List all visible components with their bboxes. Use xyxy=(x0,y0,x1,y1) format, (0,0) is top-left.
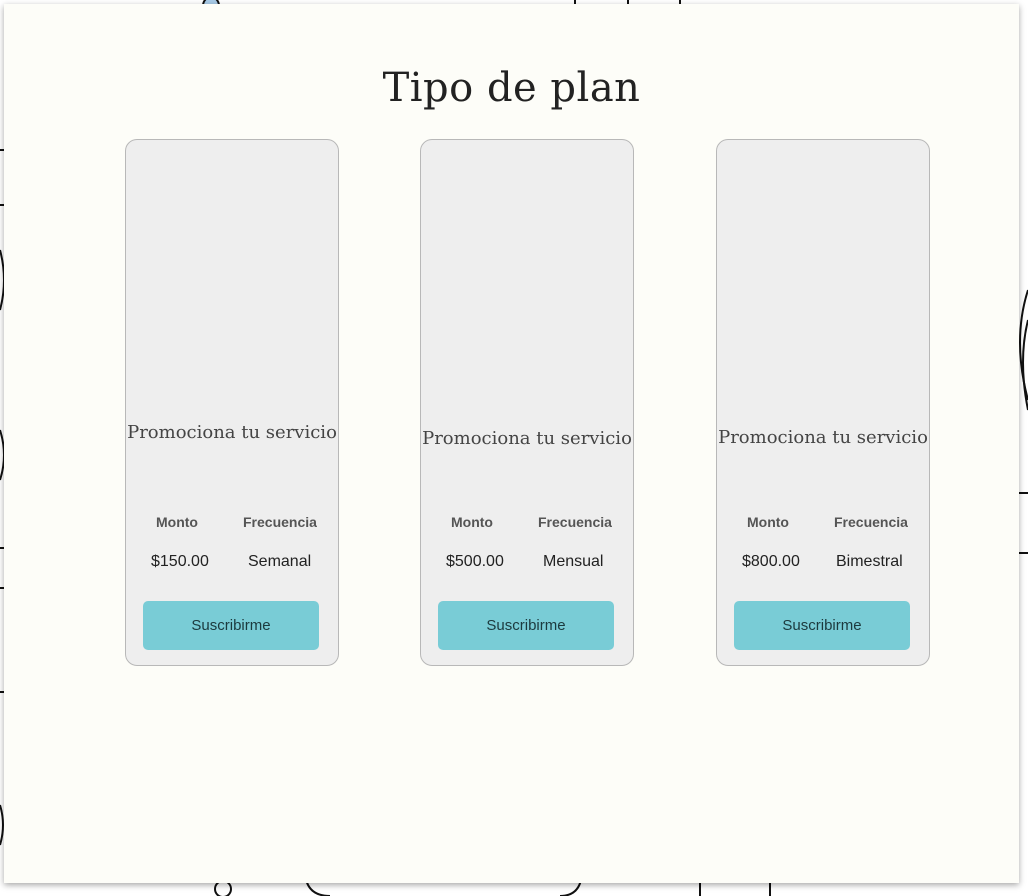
amount-label: Monto xyxy=(747,514,789,530)
plan-card: Promociona tu servicio Monto Frecuencia … xyxy=(420,139,634,666)
plan-frequency: Mensual xyxy=(543,553,604,570)
plan-frequency: Bimestral xyxy=(836,553,903,570)
plan-amount: $500.00 xyxy=(446,553,504,570)
plan-title: Promociona tu servicio xyxy=(127,422,337,443)
frequency-label: Frecuencia xyxy=(243,514,317,530)
amount-label: Monto xyxy=(156,514,198,530)
frequency-label: Frecuencia xyxy=(834,514,908,530)
plan-card: Promociona tu servicio Monto Frecuencia … xyxy=(716,139,930,666)
subscribe-button[interactable]: Suscribirme xyxy=(734,601,910,650)
plan-title: Promociona tu servicio xyxy=(718,427,928,448)
plan-title: Promociona tu servicio xyxy=(422,428,632,449)
plan-panel: Tipo de plan Promociona tu servicio Mont… xyxy=(4,4,1019,883)
page-title: Tipo de plan xyxy=(382,64,641,111)
frequency-label: Frecuencia xyxy=(538,514,612,530)
subscribe-button[interactable]: Suscribirme xyxy=(143,601,319,650)
plan-card: Promociona tu servicio Monto Frecuencia … xyxy=(125,139,339,666)
plan-amount: $150.00 xyxy=(151,553,209,570)
subscribe-button[interactable]: Suscribirme xyxy=(438,601,614,650)
amount-label: Monto xyxy=(451,514,493,530)
plan-amount: $800.00 xyxy=(742,553,800,570)
plan-frequency: Semanal xyxy=(248,553,312,570)
